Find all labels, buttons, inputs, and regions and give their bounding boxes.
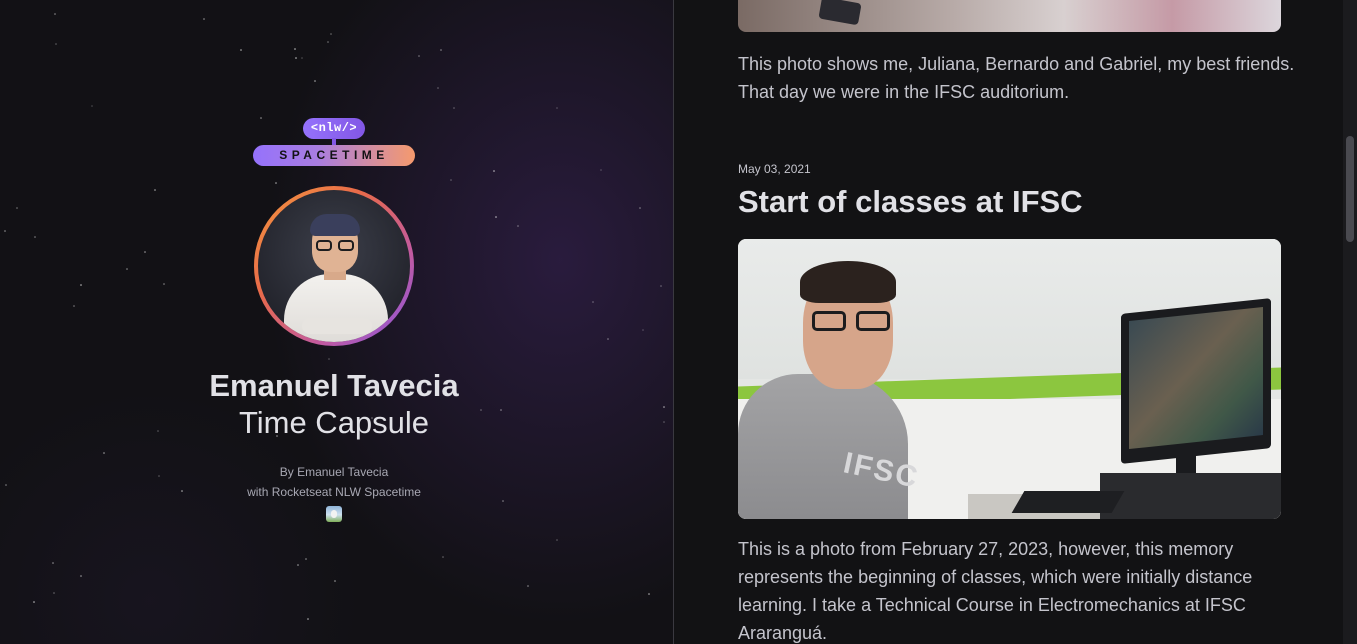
star	[600, 169, 602, 171]
star	[80, 284, 82, 286]
previous-memory-photo	[738, 0, 1281, 32]
memory-title: Start of classes at IFSC	[738, 184, 1083, 219]
star	[556, 539, 558, 541]
star	[163, 283, 165, 285]
previous-memory-caption: This photo shows me, Juliana, Bernardo a…	[738, 54, 1295, 102]
star	[660, 285, 662, 287]
logo-spacetime-badge: SPACETIME	[253, 145, 415, 166]
profile-name: Emanuel Tavecia	[209, 368, 459, 403]
snowman-emoji-icon	[326, 506, 342, 522]
star	[592, 301, 594, 303]
star	[54, 13, 56, 15]
credit-rocketseat: with Rocketseat NLW Spacetime	[247, 485, 421, 499]
star	[495, 216, 497, 218]
star	[73, 305, 75, 307]
star	[450, 179, 452, 181]
memory-photo: IFSC	[738, 239, 1281, 519]
star	[453, 107, 455, 109]
memories-feed[interactable]: This photo shows me, Juliana, Bernardo a…	[674, 0, 1343, 644]
star	[144, 251, 146, 253]
star	[440, 49, 442, 51]
star	[33, 601, 35, 603]
scrollbar-thumb[interactable]	[1346, 136, 1354, 242]
star	[556, 107, 558, 109]
star	[295, 57, 297, 59]
star	[4, 230, 6, 232]
star	[34, 236, 36, 238]
star	[527, 585, 529, 587]
profile-subtitle: Time Capsule	[238, 405, 430, 440]
star	[418, 55, 420, 57]
star	[437, 87, 439, 89]
avatar	[254, 186, 414, 346]
logo-nlw-badge: <nlw/>	[303, 118, 365, 139]
star	[80, 575, 82, 577]
star	[52, 562, 54, 564]
memory-caption: This is a photo from February 27, 2023, …	[738, 539, 1253, 643]
star	[639, 207, 641, 209]
left-panel: <nlw/> SPACETIME Emanuel Tavecia Time Ca…	[0, 0, 673, 644]
credit-author: By Emanuel Tavecia	[279, 465, 389, 479]
star	[240, 49, 242, 51]
star	[442, 556, 444, 558]
star	[203, 18, 205, 20]
scrollbar[interactable]	[1343, 0, 1357, 644]
star	[334, 580, 336, 582]
star	[607, 338, 609, 340]
memory-date: May 03, 2021	[738, 162, 811, 176]
nlw-spacetime-logo: <nlw/> SPACETIME	[253, 118, 415, 168]
star	[305, 558, 307, 560]
star	[16, 207, 18, 209]
star	[275, 182, 277, 184]
star	[301, 57, 303, 59]
star	[297, 564, 299, 566]
star	[307, 618, 309, 620]
star	[55, 43, 57, 45]
star	[648, 593, 650, 595]
star	[154, 189, 156, 191]
star	[91, 105, 93, 107]
star	[294, 48, 296, 50]
star	[314, 80, 316, 82]
star	[327, 41, 329, 43]
star	[502, 500, 504, 502]
star	[330, 33, 332, 35]
star	[126, 268, 128, 270]
avatar-image	[258, 190, 410, 342]
star	[328, 358, 330, 360]
star	[53, 592, 55, 594]
star	[642, 329, 644, 331]
star	[517, 225, 519, 227]
star	[493, 170, 495, 172]
star	[103, 452, 105, 454]
